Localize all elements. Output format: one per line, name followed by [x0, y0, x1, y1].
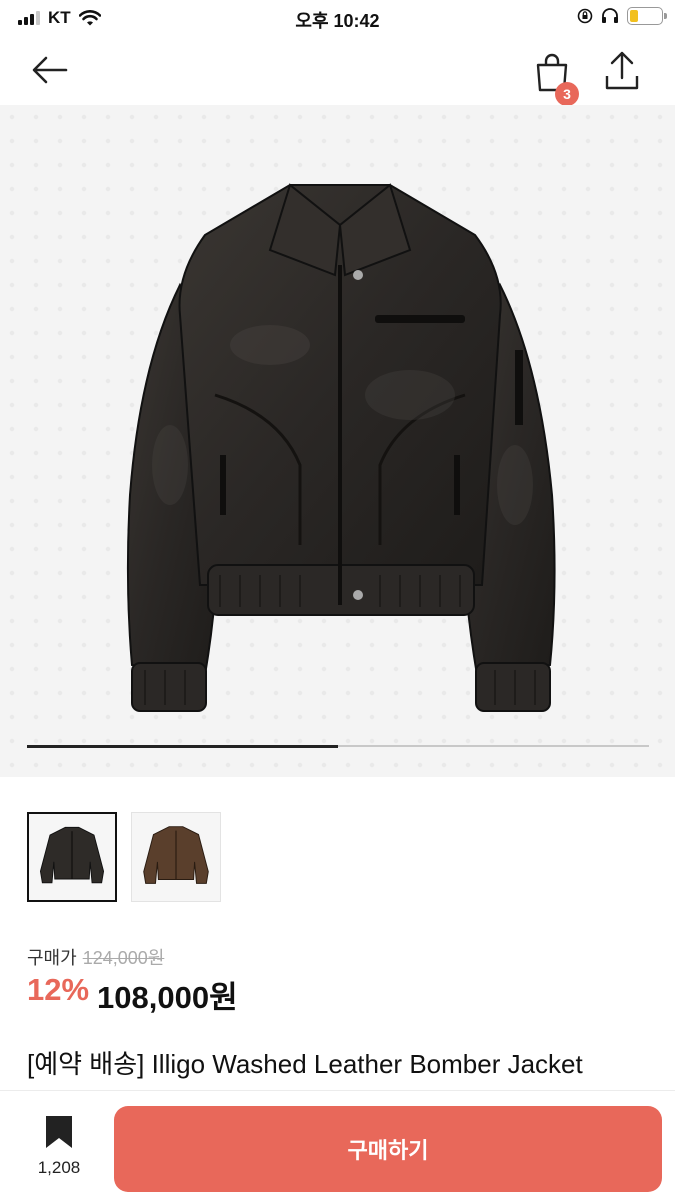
rotation-lock-icon — [577, 8, 593, 24]
share-icon[interactable] — [600, 48, 644, 92]
product-image-jacket-black — [126, 183, 556, 712]
bookmark-button[interactable]: 1,208 — [24, 1115, 94, 1178]
thumbnail-black[interactable] — [27, 812, 117, 902]
gallery-progress-track — [27, 744, 649, 748]
headphones-icon — [602, 8, 618, 23]
status-right — [577, 7, 667, 25]
bookmark-icon — [46, 1116, 72, 1148]
price-label-row: 구매가 124,000원 — [27, 944, 164, 970]
original-price: 124,000원 — [82, 948, 165, 968]
product-image-gallery[interactable] — [0, 105, 675, 777]
sale-price: 108,000원 — [97, 980, 238, 1015]
battery-icon — [627, 7, 667, 25]
thumbnail-jacket-black — [39, 826, 105, 884]
bottom-action-bar: 1,208 구매하기 — [0, 1090, 675, 1200]
thumbnail-brown[interactable] — [131, 812, 221, 902]
price-row: 12% 108,000원 — [27, 972, 238, 1017]
bookmark-count: 1,208 — [37, 1158, 81, 1177]
thumbnail-list — [27, 812, 221, 902]
gallery-progress-fill — [27, 744, 338, 748]
buy-button[interactable]: 구매하기 — [114, 1106, 662, 1192]
arrow-left-icon[interactable] — [28, 50, 72, 90]
cart-count-badge: 3 — [555, 82, 579, 106]
thumbnail-jacket-brown — [143, 826, 209, 884]
price-label: 구매가 — [27, 948, 77, 968]
status-time: 오후 10:42 — [295, 11, 380, 31]
discount-rate: 12% — [27, 972, 90, 1007]
top-nav: 3 — [0, 36, 675, 106]
status-bar: KT 오후 10:42 — [0, 0, 675, 36]
